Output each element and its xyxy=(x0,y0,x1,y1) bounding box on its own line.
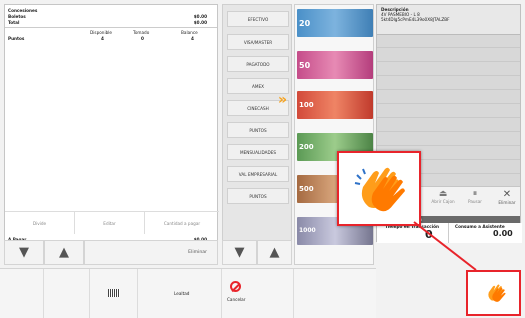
toolbar-cell xyxy=(44,269,90,318)
drawer-icon: ⏏ xyxy=(438,189,448,199)
pointer-line xyxy=(413,221,477,271)
pausar-button[interactable]: ⏸ Pausar xyxy=(461,189,489,215)
grid-row xyxy=(377,61,520,72)
close-icon: ✕ xyxy=(502,189,512,200)
chevron-up-icon: ▲ xyxy=(59,245,69,260)
cancelar-button[interactable]: Cancelar xyxy=(222,269,294,318)
lealtad-button[interactable]: Lealtad xyxy=(138,269,222,318)
scroll-down-button-2[interactable]: ▼ xyxy=(222,240,257,265)
toolbar-cell xyxy=(294,269,376,318)
chevron-up-icon: ▲ xyxy=(269,245,280,260)
scroll-down-button[interactable]: ▼ xyxy=(4,240,44,265)
scroll-up-button-2[interactable]: ▲ xyxy=(257,240,292,265)
bill-20[interactable]: 20 xyxy=(297,9,373,37)
toolbar-cell xyxy=(0,269,44,318)
clapping-hands-icon xyxy=(488,284,506,302)
grid-row xyxy=(377,75,520,86)
abrir-cajon-button[interactable]: ⏏ Abrir Cajon xyxy=(429,189,457,215)
eliminar-line-button[interactable]: Eliminar xyxy=(84,240,218,265)
order-summary-panel: Concesiones Boletos $0.00 Total $0.00 Di… xyxy=(4,4,219,265)
total-row: Total $0.00 xyxy=(8,20,207,25)
highlight-target[interactable] xyxy=(466,270,521,316)
bill-100[interactable]: 100 xyxy=(297,91,373,119)
grid-row xyxy=(377,103,520,114)
edit-button[interactable]: Editar xyxy=(75,211,145,234)
bill-50[interactable]: 50 xyxy=(297,51,373,79)
payment-visa-master-button[interactable]: VISA/MASTER xyxy=(227,34,289,50)
selected-arrow-icon: » xyxy=(278,92,288,108)
barcode-button[interactable] xyxy=(90,269,138,318)
chevron-down-icon: ▼ xyxy=(234,245,245,260)
divide-button[interactable]: Divide xyxy=(5,211,75,234)
payment-val-empresarial-button[interactable]: VAL EMPRESARIAL xyxy=(227,166,289,182)
grid-row xyxy=(377,47,520,58)
payment-mensualidades-button[interactable]: MENSUALIDADES xyxy=(227,144,289,160)
grid-row xyxy=(377,131,520,142)
divider xyxy=(5,27,217,28)
payment-efectivo-button[interactable]: EFECTIVO xyxy=(227,11,289,27)
eliminar-button[interactable]: ✕ Eliminar xyxy=(493,189,521,215)
cantidad-a-pagar-button[interactable]: Cantidad a pagar xyxy=(145,211,219,234)
grid-row xyxy=(377,117,520,128)
chevron-down-icon: ▼ xyxy=(19,245,29,260)
clapping-hands-icon xyxy=(354,167,405,212)
highlight-box[interactable] xyxy=(337,151,421,226)
description-header: Descripción 4V PASMEBIO - L 8 5kt4Dlg5cP… xyxy=(377,5,520,35)
cancel-icon xyxy=(230,281,241,293)
barcode-icon xyxy=(108,289,120,297)
bottom-toolbar: Lealtad Cancelar xyxy=(0,268,376,318)
payment-methods-column: EFECTIVO VISA/MASTER PAGATODO AMEX CINEC… xyxy=(222,4,292,265)
points-row: Puntos 4 0 4 xyxy=(8,36,194,41)
payment-puntos-button[interactable]: PUNTOS xyxy=(227,122,289,138)
payment-puntos-2-button[interactable]: PUNTOS xyxy=(227,188,289,204)
scroll-up-button[interactable]: ▲ xyxy=(44,240,84,265)
grid-row xyxy=(377,89,520,100)
pause-icon: ⏸ xyxy=(472,189,478,199)
payment-pagatodo-button[interactable]: PAGATODO xyxy=(227,56,289,72)
